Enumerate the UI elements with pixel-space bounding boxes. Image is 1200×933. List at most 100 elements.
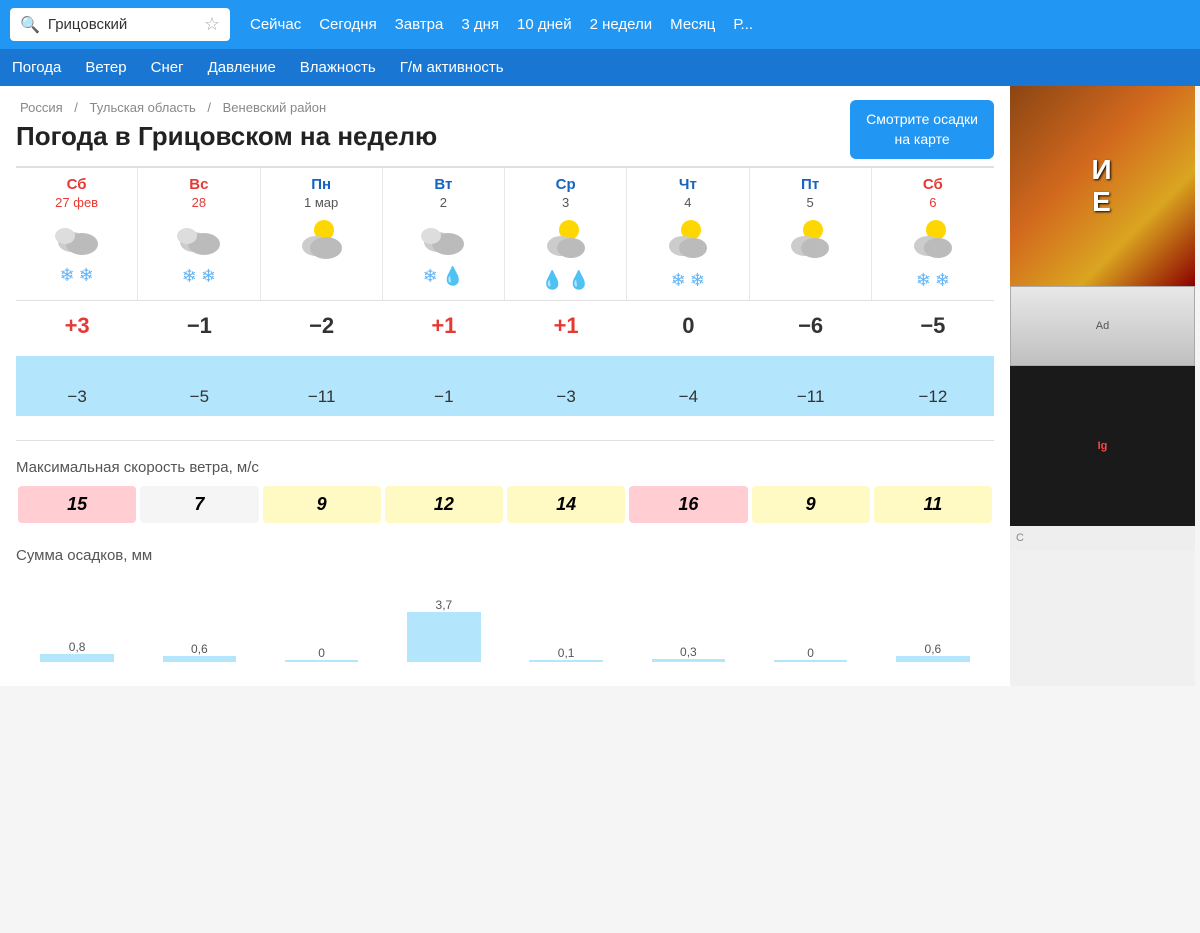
day-name-2: Пн — [265, 176, 378, 193]
day-date-5: 4 — [631, 195, 744, 210]
sidebar-ad-text: И Е — [1091, 154, 1113, 217]
breadcrumb: Россия / Тульская область / Веневский ра… — [16, 100, 994, 115]
day-col-0: Сб 27 фев ❄ ❄ — [16, 168, 138, 300]
precip-col-3: 3,7 — [383, 598, 505, 662]
day-date-3: 2 — [387, 195, 500, 210]
temp-section: +3 −1 −2 +1 +1 0 −6 — [16, 301, 994, 441]
temp-low-3: −1 — [383, 383, 505, 411]
favorite-icon[interactable]: ☆ — [204, 14, 220, 35]
sub-davlenie[interactable]: Давление — [208, 59, 276, 76]
precip-col-4: 0,1 — [505, 646, 627, 662]
precip-bar-1 — [163, 656, 236, 662]
temp-spacer — [16, 343, 994, 383]
nav-segodnya[interactable]: Сегодня — [319, 16, 377, 33]
nav-links: Сейчас Сегодня Завтра 3 дня 10 дней 2 не… — [250, 16, 753, 33]
search-input[interactable]: Грицовский — [48, 16, 196, 33]
weather-icon-7 — [876, 216, 990, 266]
sidebar-ad-dark: Ig — [1010, 366, 1195, 526]
day-col-5: Чт 4 ❄ ❄ — [627, 168, 749, 300]
day-date-4: 3 — [509, 195, 622, 210]
sidebar-ad-mid: Ad — [1010, 286, 1195, 366]
precip-icons-5: ❄ ❄ — [631, 270, 744, 294]
nav-more[interactable]: Р... — [733, 16, 753, 33]
precip-val-7: 0,6 — [925, 642, 942, 656]
sub-veter[interactable]: Ветер — [85, 59, 126, 76]
search-box[interactable]: 🔍 Грицовский ☆ — [10, 8, 230, 41]
precip-val-6: 0 — [807, 646, 814, 660]
day-date-7: 6 — [876, 195, 990, 210]
weather-icon-1 — [142, 216, 255, 262]
page-title: Погода в Грицовском на неделю — [16, 121, 994, 152]
nav-zavtra[interactable]: Завтра — [395, 16, 444, 33]
sub-gm[interactable]: Г/м активность — [400, 59, 504, 76]
snow-0: ❄ — [60, 265, 75, 289]
day-date-2: 1 мар — [265, 195, 378, 210]
precip-col-7: 0,6 — [872, 642, 994, 662]
precip-col-1: 0,6 — [138, 642, 260, 662]
map-button[interactable]: Смотрите осадки на карте — [850, 100, 994, 159]
day-name-4: Ср — [509, 176, 622, 193]
sidebar-footer-text: С — [1016, 532, 1024, 544]
temp-row-high: +3 −1 −2 +1 +1 0 −6 — [16, 301, 994, 343]
precip-bar-6 — [774, 660, 847, 662]
precip-col-0: 0,8 — [16, 640, 138, 662]
nav-month[interactable]: Месяц — [670, 16, 715, 33]
precip-bar-3 — [407, 612, 480, 662]
precip-icons-4: 💧 💧 — [509, 270, 622, 294]
nav-2weeks[interactable]: 2 недели — [590, 16, 653, 33]
precip-icons-7: ❄ ❄ — [876, 270, 990, 294]
wind-grid: 15 7 9 12 14 16 9 11 — [16, 484, 994, 525]
wind-cell-3: 12 — [385, 486, 503, 523]
weather-icon-4 — [509, 216, 622, 266]
day-col-1: Вс 28 ❄ ❄ — [138, 168, 260, 300]
search-icon: 🔍 — [20, 15, 40, 35]
precip-bar-4 — [529, 660, 602, 662]
day-name-7: Сб — [876, 176, 990, 193]
precip-col-5: 0,3 — [627, 645, 749, 662]
temp-low-4: −3 — [505, 383, 627, 411]
breadcrumb-region[interactable]: Тульская область — [90, 100, 196, 115]
day-col-3: Вт 2 ❄ 💧 — [383, 168, 505, 300]
temp-high-5: 0 — [627, 309, 749, 343]
sidebar: И Е Ad Ig С — [1010, 86, 1195, 686]
precip-val-1: 0,6 — [191, 642, 208, 656]
day-name-5: Чт — [631, 176, 744, 193]
sidebar-footer: С — [1010, 526, 1195, 550]
snow-1: ❄ — [79, 265, 94, 289]
sub-pogoda[interactable]: Погода — [12, 59, 61, 76]
breadcrumb-district[interactable]: Веневский район — [223, 100, 327, 115]
sidebar-dark-text: Ig — [1098, 440, 1108, 452]
temp-high-2: −2 — [261, 309, 383, 343]
day-col-2: Пн 1 мар — [261, 168, 383, 300]
weather-icon-2 — [265, 216, 378, 266]
wind-cell-1: 7 — [140, 486, 258, 523]
days-grid: Сб 27 фев ❄ ❄ Вс 28 — [16, 166, 994, 301]
precip-col-6: 0 — [750, 646, 872, 662]
precip-col-2: 0 — [261, 646, 383, 662]
temp-low-6: −11 — [750, 383, 872, 411]
precip-val-5: 0,3 — [680, 645, 697, 659]
nav-10days[interactable]: 10 дней — [517, 16, 572, 33]
precip-icons-3: ❄ 💧 — [387, 266, 500, 290]
sub-vlajnost[interactable]: Влажность — [300, 59, 376, 76]
temp-low-1: −5 — [138, 383, 260, 411]
nav-3days[interactable]: 3 дня — [461, 16, 499, 33]
precip-bar-0 — [40, 654, 113, 662]
precip-val-4: 0,1 — [558, 646, 575, 660]
weather-icon-0 — [20, 216, 133, 261]
temp-high-3: +1 — [383, 309, 505, 343]
temp-row-low: −3 −5 −11 −1 −3 −4 −11 — [16, 383, 994, 419]
breadcrumb-russia[interactable]: Россия — [20, 100, 63, 115]
day-date-6: 5 — [754, 195, 867, 210]
top-bar: 🔍 Грицовский ☆ Сейчас Сегодня Завтра 3 д… — [0, 0, 1200, 49]
content-area: Смотрите осадки на карте Россия / Тульск… — [0, 86, 1010, 686]
precip-icons-2 — [265, 270, 378, 294]
weather-icon-5 — [631, 216, 744, 266]
precip-icons-1: ❄ ❄ — [142, 266, 255, 290]
sub-sneg[interactable]: Снег — [151, 59, 184, 76]
wind-cell-6: 9 — [752, 486, 870, 523]
precip-val-3: 3,7 — [436, 598, 453, 612]
nav-seychas[interactable]: Сейчас — [250, 16, 301, 33]
day-name-1: Вс — [142, 176, 255, 193]
precip-icons-6 — [754, 270, 867, 294]
